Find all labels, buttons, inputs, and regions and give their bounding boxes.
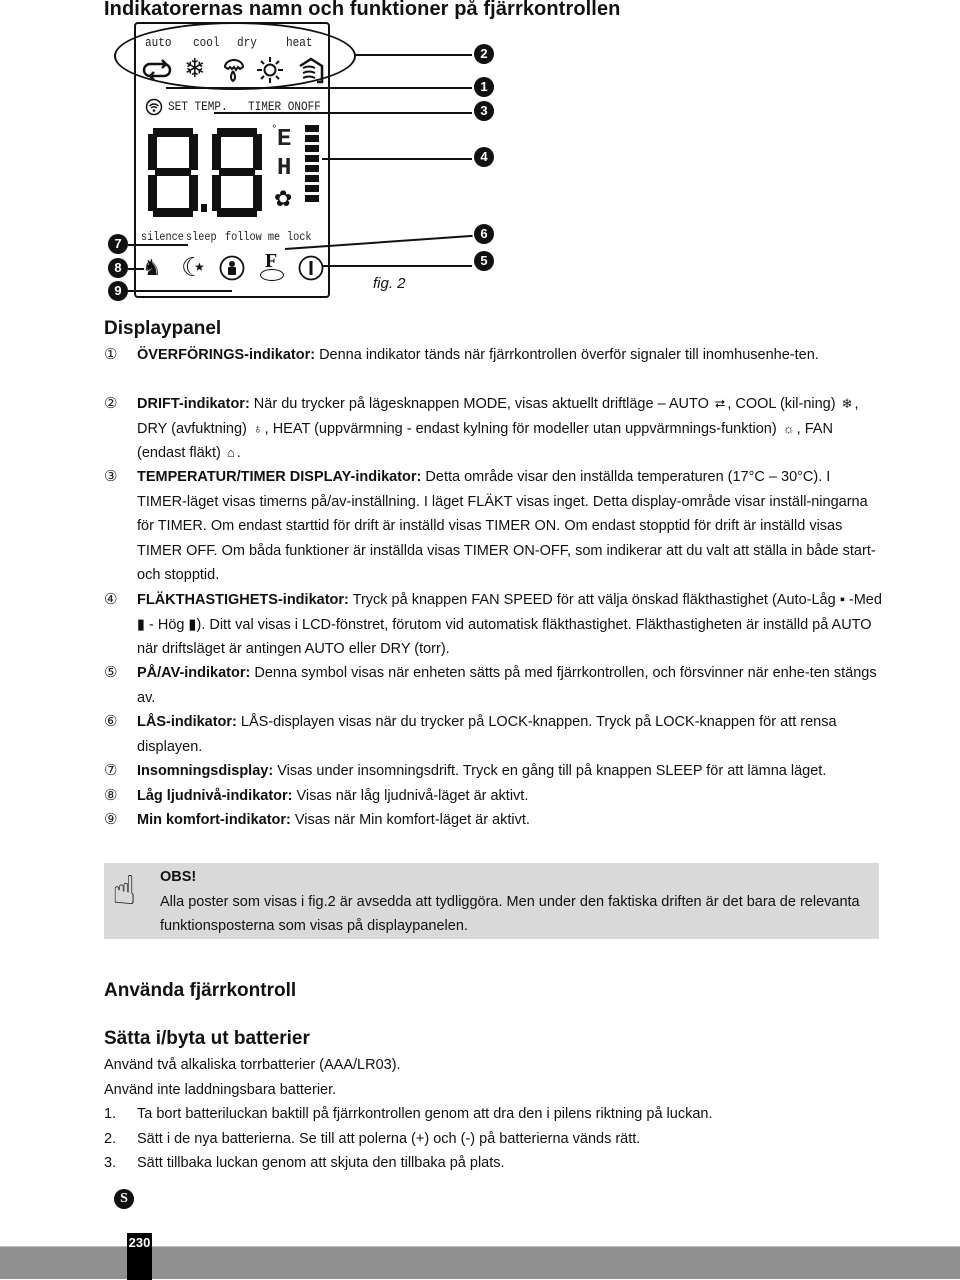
pointing-hand-icon: ☝ <box>112 869 137 913</box>
battery-paragraph: Använd inte laddningsbara batterier. <box>104 1082 337 1098</box>
mode-label-cool: cool <box>193 35 220 50</box>
note-text: Alla poster som visas i fig.2 är avsedda… <box>160 893 860 935</box>
snowflake-icon: ❄ <box>841 396 853 411</box>
power-icon <box>298 255 324 281</box>
list-item: ③ TEMPERATUR/TIMER DISPLAY-indikator: De… <box>104 468 876 583</box>
mode-label-heat: heat <box>286 35 313 50</box>
callout-badge-5: 5 <box>474 251 494 271</box>
page-number: 230 <box>127 1233 152 1280</box>
callout-badge-8: 8 <box>108 258 128 278</box>
list-item: ⑧ Låg ljudnivå-indikator: Visas när låg … <box>104 787 529 804</box>
callout-badge-3: 3 <box>474 101 494 121</box>
item-term: Låg ljudnivå-indikator: <box>137 788 293 804</box>
page-title: Indikatorernas namn och funktioner på fj… <box>104 0 621 20</box>
callout-badge-2: 2 <box>474 44 494 64</box>
item-term: LÅS-indikator: <box>137 714 237 730</box>
fahrenheit-h-letter: H <box>277 155 292 182</box>
sun-icon: ☼ <box>782 420 795 436</box>
battery-paragraph: Använd två alkaliska torrbatterier (AAA/… <box>104 1057 401 1073</box>
language-badge: S <box>114 1189 134 1209</box>
sleep-star-icon: ★ <box>194 260 205 274</box>
note-title: OBS! <box>160 869 197 885</box>
lock-base-icon <box>260 269 284 281</box>
battery-heading: Sätta i/byta ut batterier <box>104 1028 310 1049</box>
list-item: ⑨ Min komfort-indikator: Visas när Min k… <box>104 811 530 828</box>
mode-label-auto: auto <box>145 35 172 50</box>
item-term: FLÄKTHASTIGHETS-indikator: <box>137 592 349 608</box>
item-term: Insomningsdisplay: <box>137 763 274 779</box>
fan-only-icon: ⌂ <box>226 445 235 460</box>
dry-drop-icon: ♁ <box>252 420 263 436</box>
follow-me-person-icon <box>219 255 245 281</box>
list-item: ⑥ LÅS-indikator: LÅS-displayen visas när… <box>104 713 837 755</box>
transmit-signal-icon <box>145 98 163 116</box>
item-term: DRIFT-indikator: <box>137 396 250 412</box>
displaypanel-heading: Displaypanel <box>104 318 222 339</box>
snowflake-icon: ❄ <box>184 53 206 83</box>
mode-label-dry: dry <box>237 35 257 50</box>
note-box: ☝ OBS! Alla poster som visas i fig.2 är … <box>104 863 879 939</box>
list-item: ④ FLÄKTHASTIGHETS-indikator: Tryck på kn… <box>104 591 882 657</box>
item-term: ÖVERFÖRINGS-indikator: <box>137 347 316 363</box>
sleep-label: sleep <box>186 230 217 244</box>
auto-cycle-icon: ⮂ <box>714 396 726 411</box>
item-term: PÅ/AV-indikator: <box>137 665 251 681</box>
auto-cycle-icon <box>142 59 172 81</box>
figure-caption: fig. 2 <box>373 275 406 292</box>
callout-badge-1: 1 <box>474 77 494 97</box>
fan-icon: ✿ <box>274 186 293 211</box>
follow-me-label: follow me <box>225 230 281 244</box>
dry-drop-icon <box>223 59 245 83</box>
list-item: ① ÖVERFÖRINGS-indikator: Denna indikator… <box>104 346 819 363</box>
sun-icon <box>257 57 283 83</box>
list-item: ② DRIFT-indikator: När du trycker på läg… <box>104 392 884 466</box>
list-item: ⑤ PÅ/AV-indikator: Denna symbol visas nä… <box>104 664 877 706</box>
callout-badge-9: 9 <box>108 281 128 301</box>
item-text: Denna indikator tänds när fjärrkontrolle… <box>315 347 819 363</box>
silence-label: silence <box>141 230 184 244</box>
item-term: TEMPERATUR/TIMER DISPLAY-indikator: <box>137 469 422 485</box>
list-item: ⑦ Insomningsdisplay: Visas under insomni… <box>104 762 827 779</box>
item-term: Min komfort-indikator: <box>137 812 291 828</box>
celsius-e-letter: E <box>277 126 292 153</box>
callout-badge-4: 4 <box>474 147 494 167</box>
fan-only-icon <box>299 57 324 84</box>
lock-label: lock <box>287 230 312 244</box>
remote-heading: Använda fjärrkontroll <box>104 980 297 1001</box>
callout-badge-7: 7 <box>108 234 128 254</box>
callout-badge-6: 6 <box>474 224 494 244</box>
silence-icon: ♞ <box>142 255 162 280</box>
